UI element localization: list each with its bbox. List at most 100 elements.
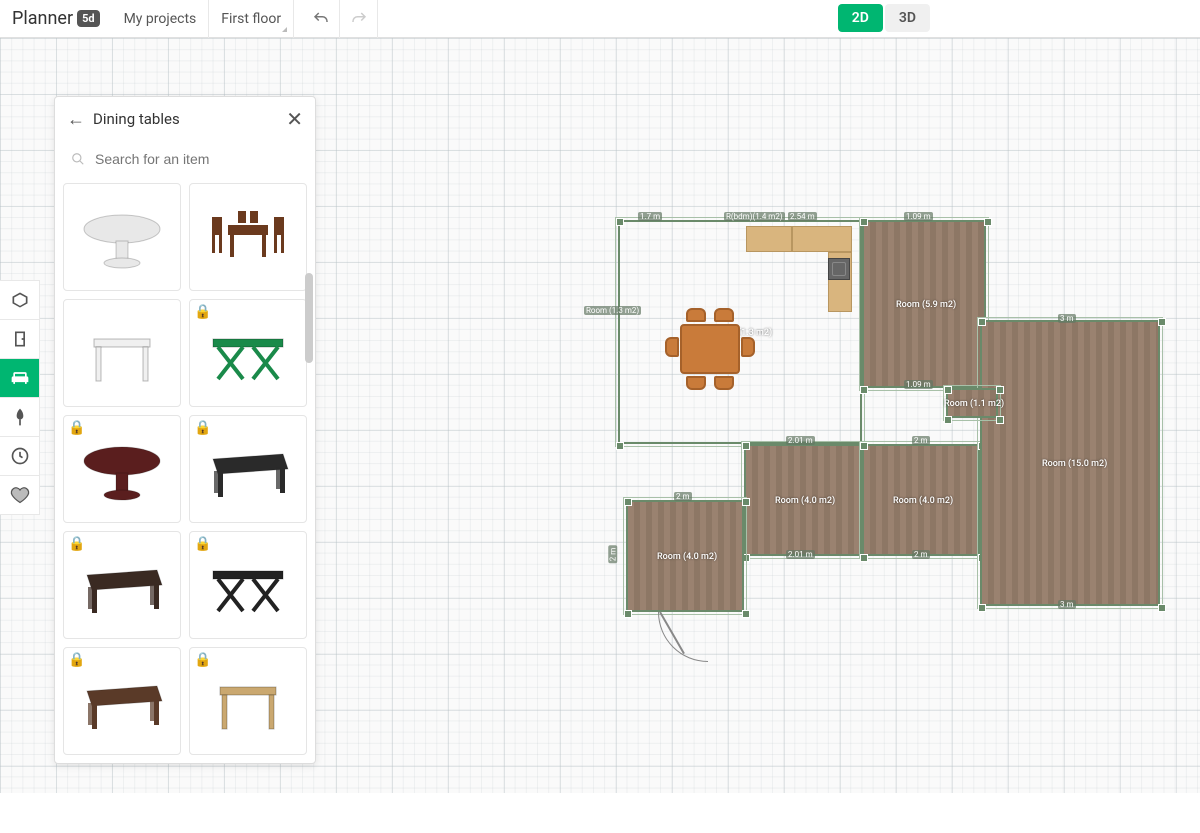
room-label: Room (1.1 m2): [944, 399, 1004, 409]
corner-handle[interactable]: [742, 442, 750, 450]
thumbnail-icon: [198, 197, 298, 277]
logo-text: Planner: [12, 8, 73, 29]
catalog-search: [55, 141, 315, 183]
thumbnail-icon: [198, 545, 298, 625]
catalog-panel: ← Dining tables ✕ 🔒🔒🔒🔒🔒🔒🔒: [54, 96, 316, 764]
chair[interactable]: [686, 308, 706, 322]
lock-icon: 🔒: [194, 652, 211, 668]
room-room-left-mid[interactable]: Room (4.0 m2): [744, 444, 862, 556]
search-icon: [71, 151, 85, 170]
dimension-label: 2 m: [674, 492, 692, 501]
corner-handle[interactable]: [984, 218, 992, 226]
thumbnail-icon: [72, 545, 172, 625]
chair[interactable]: [741, 337, 755, 357]
view-3d-button[interactable]: 3D: [885, 4, 930, 32]
corner-handle[interactable]: [1158, 604, 1166, 612]
kitchen-cabinet[interactable]: [746, 226, 792, 252]
corner-handle[interactable]: [742, 498, 750, 506]
chair[interactable]: [714, 376, 734, 390]
catalog-item-oval-mahogany-table[interactable]: 🔒: [63, 415, 181, 523]
rail-history-button[interactable]: [0, 436, 40, 476]
view-2d-button[interactable]: 2D: [838, 4, 883, 32]
view-toggle: 2D 3D: [838, 4, 930, 32]
rail-doors-button[interactable]: [0, 319, 40, 359]
breadcrumb-floor[interactable]: First floor: [209, 0, 294, 38]
topbar: Planner 5d My projects First floor 2D 3D: [0, 0, 1200, 38]
room-room-bottom-left[interactable]: Room (4.0 m2): [626, 500, 744, 612]
catalog-item-black-coffee-table[interactable]: 🔒: [189, 415, 307, 523]
dimension-label: 2 m: [912, 550, 930, 559]
room-label: Room (5.9 m2): [896, 300, 956, 310]
catalog-item-white-console-table[interactable]: [63, 299, 181, 407]
undo-button[interactable]: [302, 0, 340, 38]
dimension-label: Room (1.3 m2): [584, 306, 641, 315]
catalog-scrollbar-thumb[interactable]: [305, 273, 313, 363]
rail-shapes-button[interactable]: [0, 280, 40, 320]
lock-icon: 🔒: [194, 304, 211, 320]
catalog-item-green-glass-table[interactable]: 🔒: [189, 299, 307, 407]
dimension-label: 2.01 m: [786, 436, 815, 445]
corner-handle[interactable]: [1158, 318, 1166, 326]
catalog-item-wood-extendable-table[interactable]: 🔒: [63, 647, 181, 755]
room-label: Room (4.0 m2): [893, 496, 953, 506]
dimension-label: 1.7 m: [638, 212, 662, 221]
corner-handle[interactable]: [996, 416, 1004, 424]
lock-icon: 🔒: [194, 536, 211, 552]
corner-handle[interactable]: [978, 604, 986, 612]
corner-handle[interactable]: [860, 218, 868, 226]
chair[interactable]: [714, 308, 734, 322]
corner-handle[interactable]: [616, 218, 624, 226]
corner-handle[interactable]: [860, 386, 868, 394]
corner-handle[interactable]: [978, 318, 986, 326]
catalog-item-round-white-table[interactable]: [63, 183, 181, 291]
redo-button[interactable]: [340, 0, 378, 38]
left-rail: [0, 280, 40, 514]
room-room-right-mid[interactable]: Room (4.0 m2): [862, 444, 980, 556]
dining-table[interactable]: [680, 324, 740, 374]
corner-handle[interactable]: [624, 498, 632, 506]
door-arc-icon: [658, 612, 708, 662]
kitchen-cabinet[interactable]: [792, 226, 852, 252]
catalog-item-trestle-dark-table[interactable]: 🔒: [63, 531, 181, 639]
app-logo[interactable]: Planner 5d: [0, 8, 112, 29]
catalog-search-input[interactable]: [67, 145, 303, 173]
dimension-label: 1.09 m: [904, 380, 933, 389]
thumbnail-icon: [198, 313, 298, 393]
dining-set[interactable]: [662, 308, 758, 390]
dimension-label: 2.01 m: [786, 550, 815, 559]
dimension-label: 3 m: [1058, 314, 1076, 323]
lock-icon: 🔒: [68, 420, 85, 436]
catalog-grid[interactable]: 🔒 🔒 🔒 🔒 🔒 🔒 🔒: [55, 183, 315, 763]
rail-furniture-button[interactable]: [0, 358, 40, 398]
corner-handle[interactable]: [944, 416, 952, 424]
rail-favorites-button[interactable]: [0, 475, 40, 515]
corner-handle[interactable]: [860, 554, 868, 562]
breadcrumb-projects[interactable]: My projects: [112, 0, 210, 38]
lock-icon: 🔒: [194, 420, 211, 436]
corner-handle[interactable]: [996, 386, 1004, 394]
catalog-item-light-wood-desk[interactable]: 🔒: [189, 647, 307, 755]
room-room-top-right[interactable]: Room (5.9 m2): [862, 220, 986, 388]
chair[interactable]: [686, 376, 706, 390]
corner-handle[interactable]: [742, 610, 750, 618]
catalog-item-folding-black-table[interactable]: 🔒: [189, 531, 307, 639]
catalog-back-button[interactable]: ←: [67, 109, 85, 130]
catalog-close-button[interactable]: ✕: [286, 107, 303, 131]
thumbnail-icon: [72, 313, 172, 393]
corner-handle[interactable]: [944, 386, 952, 394]
rail-plants-button[interactable]: [0, 397, 40, 437]
corner-handle[interactable]: [616, 442, 624, 450]
corner-handle[interactable]: [624, 610, 632, 618]
dimension-label: 2 m: [608, 546, 617, 564]
room-room-tiny[interactable]: Room (1.1 m2): [946, 388, 998, 418]
corner-handle[interactable]: [860, 442, 868, 450]
catalog-item-dining-set-dark-wood[interactable]: [189, 183, 307, 291]
lock-icon: 🔒: [68, 652, 85, 668]
room-room-far-right[interactable]: Room (15.0 m2): [980, 320, 1160, 606]
stove[interactable]: [828, 258, 850, 280]
dimension-label: R(bdm)(1.4 m2): [724, 212, 785, 221]
chair[interactable]: [665, 337, 679, 357]
dimension-label: 1.09 m: [904, 212, 933, 221]
topbar-tools: [302, 0, 378, 38]
catalog-scrollbar[interactable]: [303, 273, 315, 833]
